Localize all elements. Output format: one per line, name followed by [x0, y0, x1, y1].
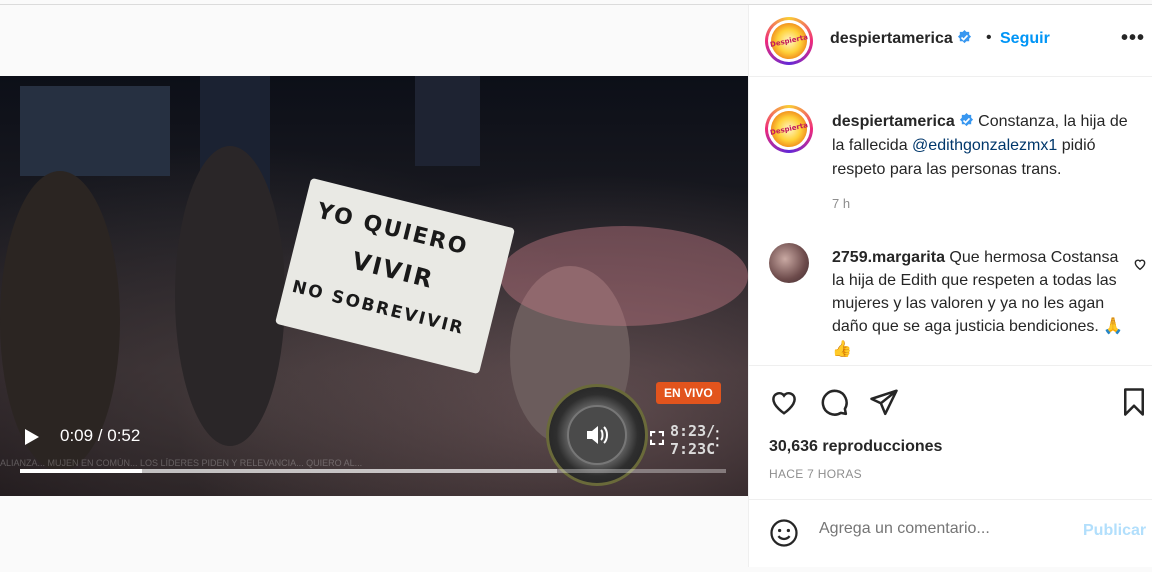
- live-badge: EN VIVO: [656, 382, 721, 404]
- fullscreen-icon[interactable]: [650, 431, 664, 445]
- header-username[interactable]: despiertamerica: [830, 30, 953, 47]
- share-icon[interactable]: [869, 387, 899, 417]
- comment-input[interactable]: [819, 520, 1069, 538]
- comment: 2759.margarita Que hermosa Costansa la h…: [832, 246, 1132, 361]
- news-ticker: ALIANZA... MUJEN EN COMÚN... LOS LÍDERES…: [0, 458, 363, 468]
- more-vertical-icon[interactable]: · · ·: [714, 421, 721, 455]
- caption-avatar[interactable]: Despierta: [765, 105, 813, 153]
- sign-line-3: NO SOBREVIVIR: [289, 276, 467, 340]
- post-caption: despiertamerica Constanza, la hija de la…: [832, 110, 1132, 182]
- save-icon[interactable]: [1121, 387, 1147, 417]
- post-dialog: YO QUIERO VIVIR NO SOBREVIVIR ALIANZA...…: [0, 4, 1152, 567]
- speaker-icon: [567, 405, 627, 465]
- more-options-icon[interactable]: •••: [1121, 28, 1145, 48]
- comment-icon[interactable]: [819, 387, 849, 417]
- post-panel: Despierta despiertamerica • Seguir ••• D…: [748, 5, 1152, 567]
- header-user[interactable]: despiertamerica: [830, 30, 972, 48]
- caption-verified-icon: [959, 113, 973, 127]
- building-right: [415, 76, 480, 166]
- post-time[interactable]: HACE 7 HORAS: [769, 467, 862, 481]
- progress-played: [20, 469, 143, 473]
- caption-time[interactable]: 7 h: [832, 196, 850, 211]
- separator-dot: •: [986, 29, 992, 46]
- add-comment-bar: Publicar: [749, 499, 1152, 567]
- time-display: 0:09 / 0:52: [60, 426, 141, 445]
- emoji-icon[interactable]: [769, 518, 799, 548]
- comment-username[interactable]: 2759.margarita: [832, 249, 945, 266]
- person-center: [175, 146, 285, 446]
- verified-icon: [957, 30, 971, 44]
- caption-username[interactable]: despiertamerica: [832, 113, 955, 130]
- commenter-avatar[interactable]: [769, 243, 809, 283]
- crowd-back: [500, 226, 748, 326]
- post-header: Despierta despiertamerica • Seguir •••: [749, 5, 1152, 77]
- post-actions: 30,636 reproducciones HACE 7 HORAS: [749, 365, 1152, 499]
- play-icon[interactable]: [22, 428, 42, 446]
- media-column: YO QUIERO VIVIR NO SOBREVIVIR ALIANZA...…: [0, 5, 748, 567]
- comment-like-icon[interactable]: [1133, 257, 1147, 271]
- clock-line-2: 7:23C: [670, 440, 716, 458]
- like-icon[interactable]: [769, 387, 799, 417]
- caption-mention[interactable]: @edithgonzalezmx1: [912, 137, 1057, 154]
- avatar[interactable]: Despierta: [765, 17, 813, 65]
- video-player[interactable]: YO QUIERO VIVIR NO SOBREVIVIR ALIANZA...…: [0, 76, 748, 496]
- clock-line-1: 8:23/: [670, 422, 716, 440]
- building-left: [20, 86, 170, 176]
- view-count[interactable]: 30,636 reproducciones: [769, 438, 942, 456]
- progress-bar[interactable]: [20, 469, 726, 473]
- sign-line-2: VIVIR: [349, 246, 437, 295]
- post-comment-button[interactable]: Publicar: [1083, 522, 1146, 540]
- broadcast-clock: 8:23/ 7:23C: [670, 422, 715, 458]
- follow-button[interactable]: Seguir: [1000, 30, 1050, 48]
